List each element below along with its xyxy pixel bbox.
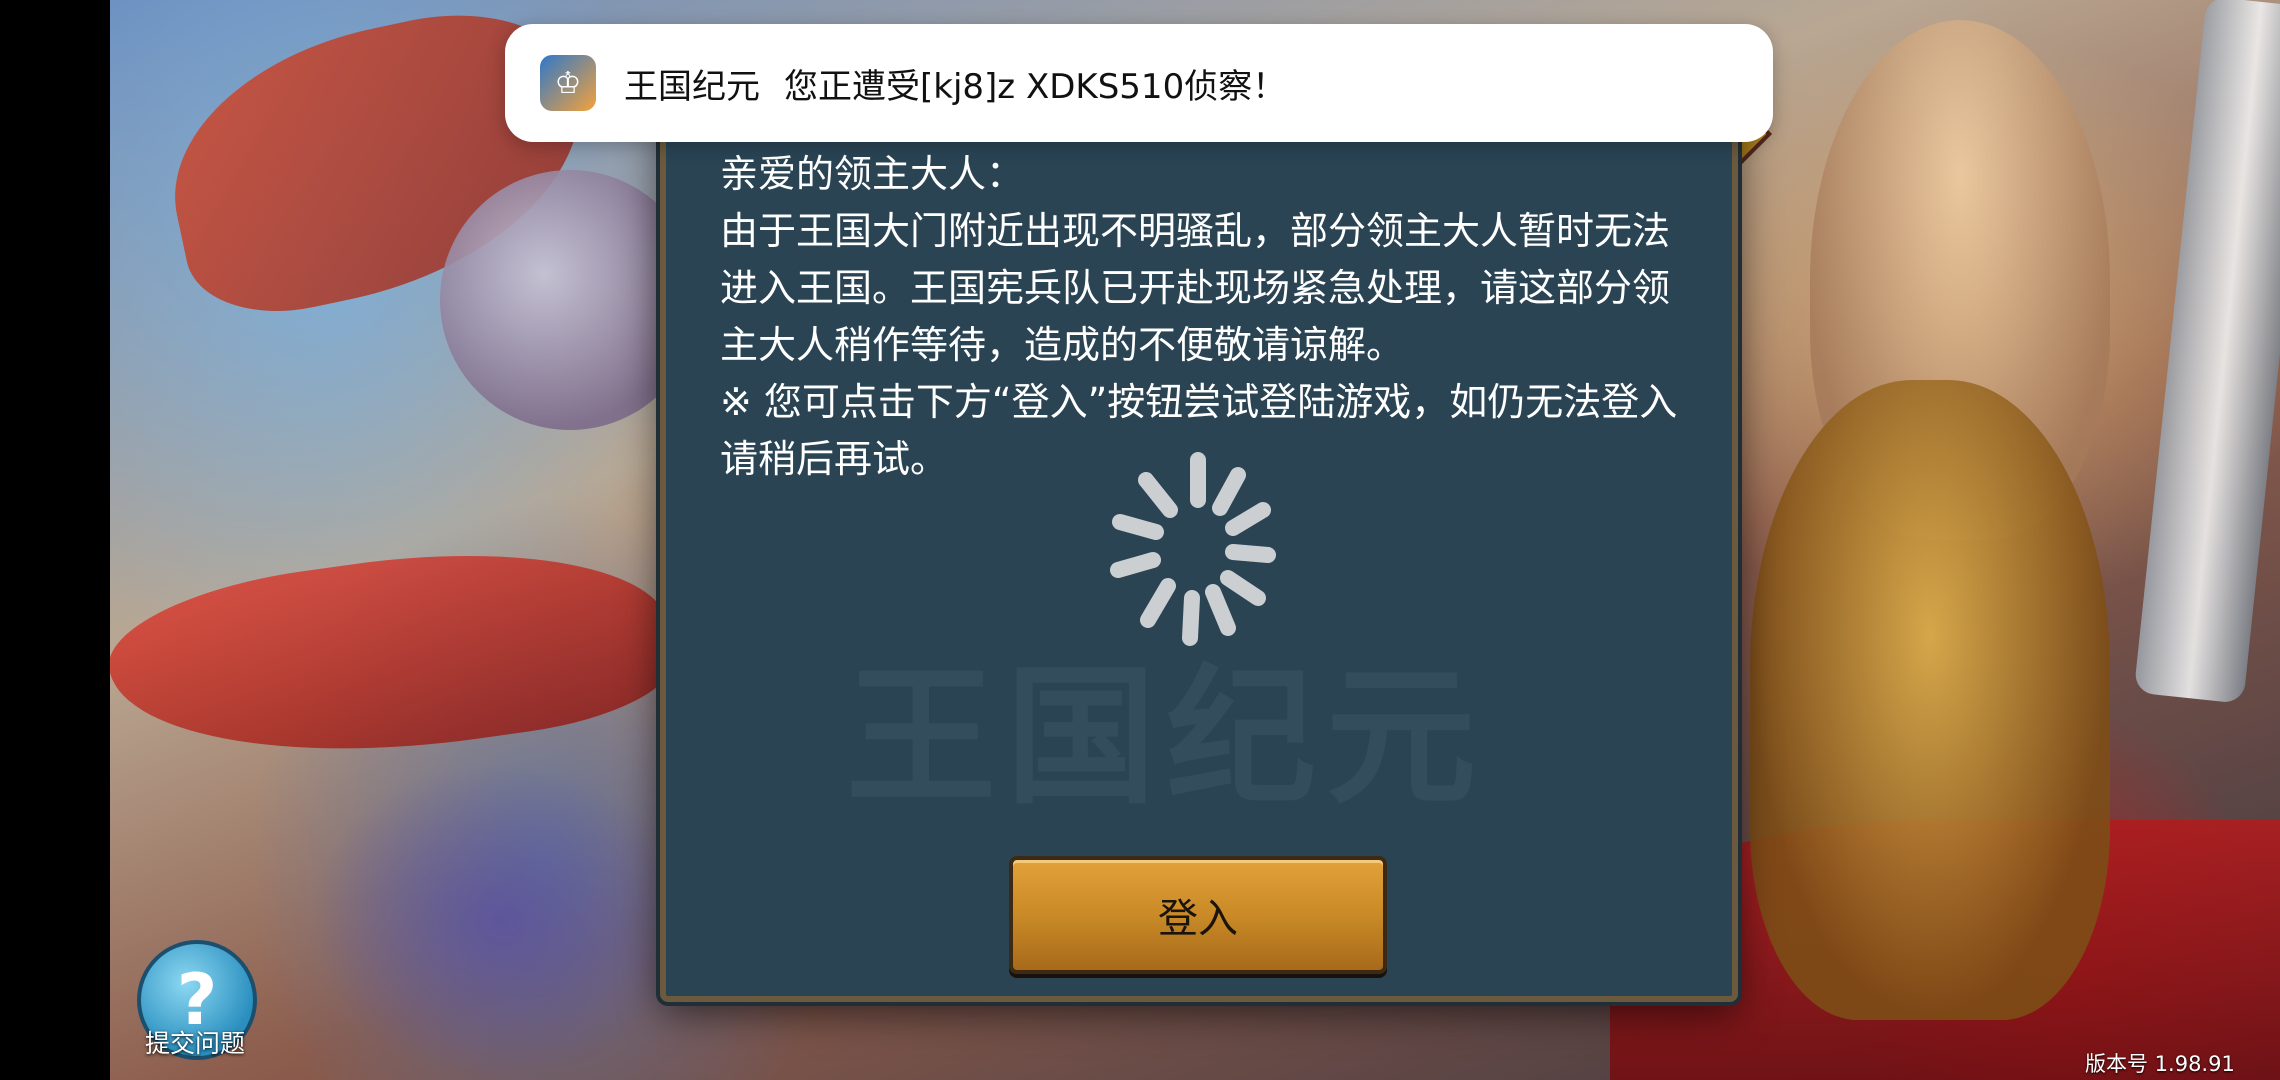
app-icon: ♔ bbox=[540, 55, 596, 111]
help-label[interactable]: 提交问题 bbox=[135, 1024, 255, 1060]
sword-art bbox=[2133, 0, 2280, 704]
knight-character-art bbox=[1750, 380, 2110, 1020]
red-banner-art bbox=[110, 521, 681, 789]
login-button[interactable]: 登入 bbox=[1009, 856, 1387, 974]
soldiers-art bbox=[310, 760, 690, 1080]
notification-banner[interactable]: ♔ 王国纪元 您正遭受[kj8]z XDKS510侦察！ bbox=[505, 24, 1773, 142]
notification-app-name: 王国纪元 bbox=[624, 66, 760, 107]
version-label: 版本号 1.98.91 bbox=[2085, 1052, 2235, 1076]
notification-message: 您正遭受[kj8]z XDKS510侦察！ bbox=[784, 66, 1287, 107]
loading-spinner-icon bbox=[1110, 452, 1276, 646]
